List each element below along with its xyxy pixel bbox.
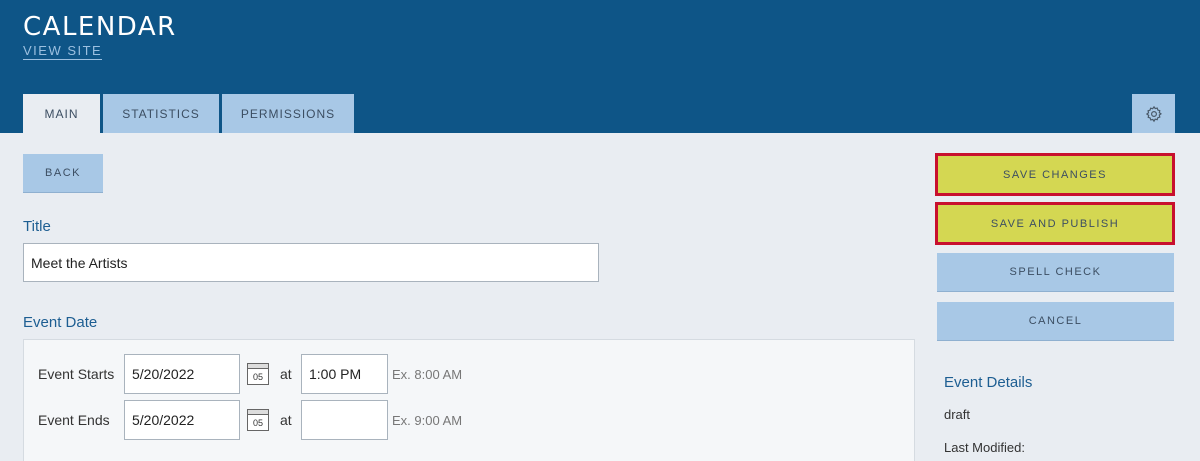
start-date-input[interactable]: 5/20/2022 — [124, 354, 240, 394]
save-changes-button[interactable]: SAVE CHANGES — [935, 153, 1175, 196]
status-text: draft — [944, 407, 971, 422]
at-label: at — [280, 412, 292, 428]
title-input[interactable]: Meet the Artists — [23, 243, 599, 282]
tab-permissions[interactable]: PERMISSIONS — [222, 94, 354, 133]
event-date-panel: Event Starts 5/20/2022 05 at 1:00 PM Ex.… — [23, 339, 915, 461]
view-site-link[interactable]: VIEW SITE — [23, 43, 103, 60]
app-header: CALENDAR VIEW SITE MAIN STATISTICS PERMI… — [0, 0, 1200, 133]
start-time-hint: Ex. 8:00 AM — [392, 367, 463, 382]
end-date-input[interactable]: 5/20/2022 — [124, 400, 240, 440]
calendar-icon[interactable]: 05 — [247, 363, 269, 385]
event-ends-label: Event Ends — [38, 412, 110, 428]
event-date-label: Event Date — [23, 314, 98, 331]
settings-button[interactable] — [1132, 94, 1175, 133]
calendar-day: 05 — [252, 418, 263, 428]
start-time-input[interactable]: 1:00 PM — [301, 354, 388, 394]
cancel-button[interactable]: CANCEL — [937, 302, 1174, 341]
title-label: Title — [23, 218, 51, 235]
at-label: at — [280, 366, 292, 382]
last-modified-label: Last Modified: — [944, 440, 1025, 455]
event-starts-label: Event Starts — [38, 366, 115, 382]
calendar-day: 05 — [252, 372, 263, 382]
tab-main[interactable]: MAIN — [23, 94, 100, 133]
back-button[interactable]: BACK — [23, 154, 103, 193]
tab-statistics[interactable]: STATISTICS — [103, 94, 219, 133]
end-time-hint: Ex. 9:00 AM — [392, 413, 463, 428]
spell-check-button[interactable]: SPELL CHECK — [937, 253, 1174, 292]
save-and-publish-button[interactable]: SAVE AND PUBLISH — [935, 202, 1175, 245]
event-details-heading: Event Details — [944, 374, 1033, 391]
page-title: CALENDAR — [23, 12, 177, 42]
end-time-input[interactable] — [301, 400, 388, 440]
calendar-icon[interactable]: 05 — [247, 409, 269, 431]
gear-icon — [1145, 105, 1162, 122]
